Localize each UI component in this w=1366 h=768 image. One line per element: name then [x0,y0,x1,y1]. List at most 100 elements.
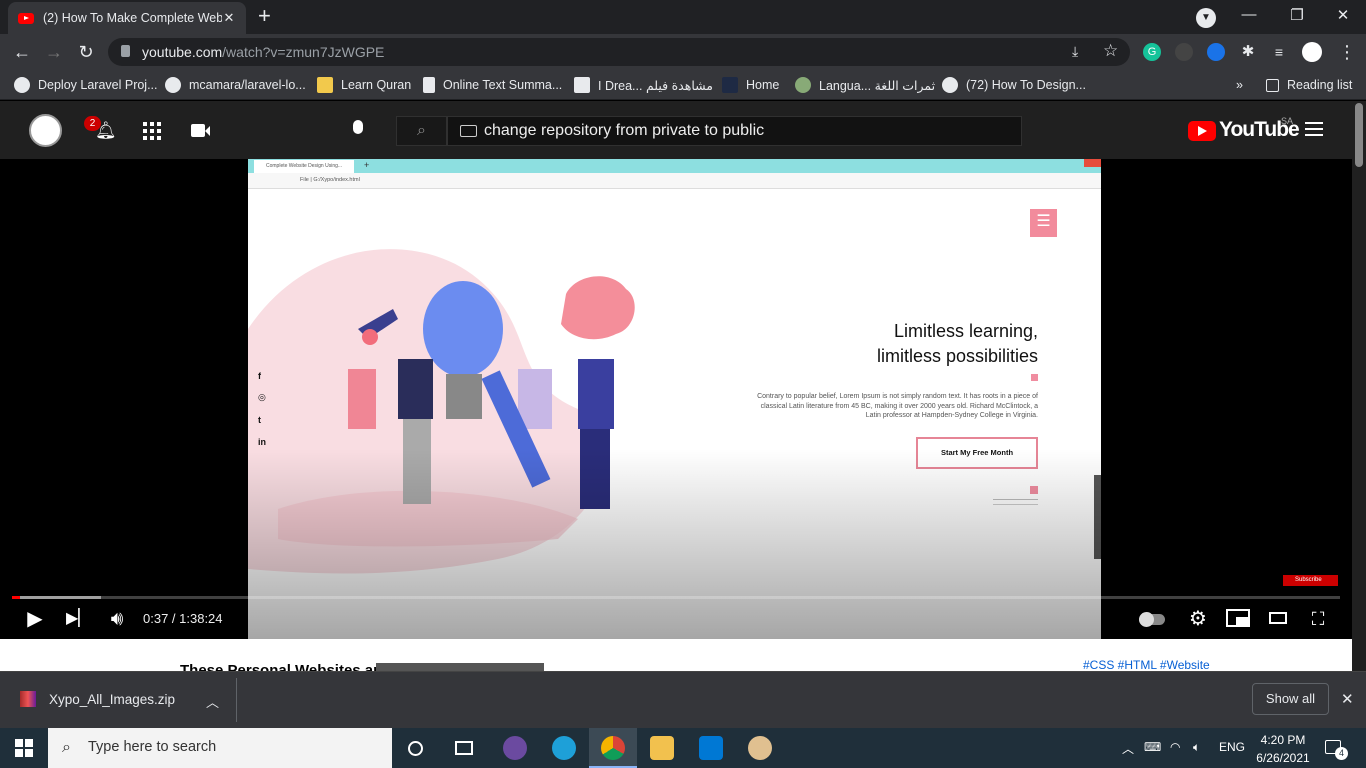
inner-browser-tabs [248,159,1101,173]
url-path: /watch?v=zmun7JzWGPE [222,44,385,60]
globe-icon [942,77,958,93]
taskbar-search-placeholder: Type here to search [88,739,217,755]
taskbar-search-box[interactable]: ⌕ Type here to search [48,728,392,768]
input-method-icon[interactable]: ⌨ [1144,740,1161,754]
instagram-icon: ◎ [258,392,266,402]
restore-button[interactable]: ❐ [1274,6,1320,24]
close-window-button[interactable]: ✕ [1320,6,1366,24]
settings-gear-icon[interactable]: ⚙ [1185,606,1211,632]
facebook-icon: f [258,371,261,381]
browser-tab[interactable]: (2) How To Make Complete Website ✕ [8,2,246,34]
page-scrollbar-thumb[interactable] [1355,103,1363,167]
voice-search-icon[interactable] [353,120,363,134]
tab-search-icon[interactable]: ▼ [1196,8,1216,28]
profile-avatar[interactable] [1302,42,1322,62]
youtube-favicon-icon [18,12,34,24]
minimize-button[interactable]: — [1226,6,1272,23]
recommended-video-title[interactable]: These Personal Websites are [180,662,387,671]
bookmark-item[interactable]: I Drea... مشاهدة فيلم [574,76,713,94]
fullscreen-icon[interactable]: ⛶ [1305,606,1331,632]
edge-taskbar-icon[interactable] [552,736,576,760]
progress-played [12,596,20,599]
home-clapper-icon [722,77,738,93]
next-button[interactable]: ▶▏ [66,606,91,632]
cortana-icon[interactable] [408,741,423,756]
bookmark-favicon-icon [14,77,30,93]
play-button[interactable]: ▶ [23,606,47,632]
inner-close-icon [1084,159,1101,167]
github-icon [165,77,181,93]
hero-paragraph: Contrary to popular belief, Lorem Ipsum … [757,393,1038,419]
video-frame[interactable]: Complete Website Design Using... + File … [248,159,1101,639]
page-scrollbar[interactable] [1352,101,1366,671]
subscribe-watermark[interactable]: Subscribe [1283,575,1338,586]
bookmark-item[interactable]: mcamara/laravel-lo... [165,76,306,94]
vscode-taskbar-icon[interactable] [699,736,723,760]
eclipse-taskbar-icon[interactable] [503,736,527,760]
reading-list-button[interactable]: Reading list [1266,76,1352,94]
hamburger-menu-icon[interactable] [1305,122,1323,124]
extensions-puzzle-icon[interactable]: ✱ [1239,43,1257,61]
bookmark-label: mcamara/laravel-lo... [189,78,306,92]
bookmark-star-icon[interactable]: ☆ [1103,41,1118,61]
egybest-icon [574,77,590,93]
inner-tab-title: Complete Website Design Using... [254,160,354,173]
back-button[interactable]: ← [10,40,34,64]
search-input[interactable]: change repository from private to public [447,116,1022,146]
bookmarks-overflow[interactable]: » [1236,76,1243,94]
bookmark-item[interactable]: Learn Quran [317,76,411,94]
bookmark-item[interactable]: Langua... ثمرات اللغة [795,76,935,94]
bookmark-item[interactable]: Online Text Summa... [423,76,562,94]
create-video-icon[interactable] [191,124,205,137]
recommended-video-thumbnail[interactable] [376,663,544,671]
controls-gradient [248,449,1101,639]
notification-badge: 2 [84,116,101,131]
theater-mode-icon[interactable] [1269,612,1287,624]
taskbar-clock[interactable]: 4:20 PM 6/26/2021 [1248,731,1318,767]
keyboard-icon[interactable] [460,125,477,137]
clock-date: 6/26/2021 [1256,751,1310,765]
chrome-taskbar-icon[interactable] [601,736,625,760]
input-language[interactable]: ENG [1219,740,1245,754]
apps-grid-icon[interactable] [143,122,161,140]
paint-taskbar-icon[interactable] [748,736,772,760]
show-hidden-icons-chevron-icon[interactable]: ︿ [1122,740,1134,757]
new-tab-button[interactable]: + [258,5,271,27]
extension-q-icon[interactable] [1207,43,1225,61]
close-download-shelf-icon[interactable]: ✕ [1341,690,1354,708]
file-explorer-taskbar-icon[interactable] [650,736,674,760]
download-shelf [0,671,1366,728]
task-view-icon[interactable] [455,741,473,755]
download-file-name[interactable]: Xypo_All_Images.zip [49,692,175,707]
url-text: youtube.com/watch?v=zmun7JzWGPE [142,44,384,60]
miniplayer-inner [1236,617,1248,625]
wifi-icon[interactable]: ◠ [1170,740,1180,754]
bookmark-item[interactable]: (72) How To Design... [942,76,1086,94]
search-input-value: change repository from private to public [484,122,765,139]
grammarly-extension-icon[interactable]: G [1143,43,1161,61]
install-app-icon[interactable]: ⤓ [1072,43,1078,60]
language-icon [795,77,811,93]
document-icon [423,77,435,93]
media-control-icon[interactable]: ≡ [1270,43,1288,61]
show-all-downloads-button[interactable]: Show all [1252,683,1329,715]
youtube-play-icon [1198,126,1207,136]
extension-icon[interactable] [1175,43,1193,61]
twitter-icon: t [258,415,261,425]
tab-close-icon[interactable]: ✕ [222,10,236,26]
search-icon[interactable]: ⌕ [396,116,447,146]
bookmark-item[interactable]: Home [722,76,779,94]
progress-bar[interactable] [12,596,1340,599]
speaker-icon[interactable]: 🔈︎ [1193,740,1200,755]
bookmark-item[interactable]: Deploy Laravel Proj... [14,76,158,94]
reload-button[interactable]: ↻ [74,40,98,64]
chrome-menu-icon[interactable]: ⋮ [1338,42,1356,63]
windows-start-icon[interactable] [15,739,33,757]
channel-avatar[interactable] [29,114,62,147]
url-host: youtube.com [142,44,223,60]
forward-button[interactable]: → [42,40,66,64]
video-hashtags[interactable]: #CSS #HTML #Website [1083,658,1210,672]
volume-icon[interactable]: 🔊︎ [104,606,130,632]
download-menu-chevron-icon[interactable]: ︿ [206,692,219,711]
bookmark-label: (72) How To Design... [966,78,1086,92]
